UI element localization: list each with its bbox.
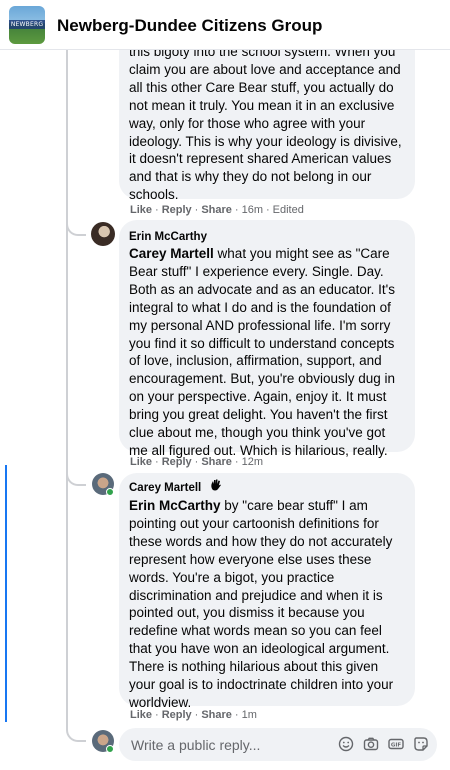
group-logo[interactable]: NEWBERG <box>9 6 45 44</box>
mention-link[interactable]: Carey Martell <box>129 246 214 261</box>
avatar[interactable] <box>91 222 115 246</box>
online-status-dot <box>106 745 114 753</box>
online-status-dot <box>106 488 114 496</box>
like-button[interactable]: Like <box>130 456 152 468</box>
comment-line: Carey Martell what you might see as "Car… <box>129 245 395 263</box>
comment-line: encouragement. But, you're obviously dug… <box>129 371 395 387</box>
comment-line: pointed out, you dismiss it because you <box>129 605 365 621</box>
comment-line: these words and how they do not accurate… <box>129 533 393 549</box>
comment-timestamp[interactable]: 1m <box>242 709 257 721</box>
comment-bubble: this bigoty into the school system. When… <box>119 32 415 202</box>
waving-hand-icon <box>209 478 223 492</box>
comment-timestamp[interactable]: 12m <box>242 456 263 468</box>
comment-line: ideology. This is why your ideology is d… <box>129 133 402 149</box>
share-button[interactable]: Share <box>201 456 232 468</box>
comment-line: Both as an advocate and as an educator. … <box>129 281 396 297</box>
comment-line: that you have won an ideological argumen… <box>129 641 390 657</box>
thread-line-curve <box>66 722 86 742</box>
comment-bubble: Carey Martell Erin McCarthy by "care bea… <box>119 473 415 710</box>
comment-line: it doesn't represent shared American val… <box>129 151 392 167</box>
reply-button[interactable]: Reply <box>162 204 192 216</box>
reply-button[interactable]: Reply <box>162 709 192 721</box>
comment-timestamp[interactable]: 16m <box>242 204 263 216</box>
comment-text: this bigoty into the school system. When… <box>129 43 402 204</box>
comment-line: you find it so difficult to understand c… <box>129 335 395 351</box>
like-button[interactable]: Like <box>130 709 152 721</box>
active-thread-indicator <box>5 465 7 722</box>
comment-line: discrimination and prejudice and when it… <box>129 587 383 603</box>
comment-line: on your perspective. Again, enjoy it. It… <box>129 389 387 405</box>
comment-line: not mean it truly. You mean it in an exc… <box>129 97 395 113</box>
thread-line-carey <box>66 472 86 486</box>
comment-line-rest: by "care bear stuff" I am <box>220 498 368 513</box>
comment-line: and that is why they do not belong in ou… <box>129 169 372 185</box>
comment-actions: Like · Reply · Share · 12m <box>130 456 263 468</box>
comment-line: bring you great delight. You haven't the… <box>129 407 388 423</box>
emoji-icon[interactable] <box>338 736 354 752</box>
comment-line: integral to what I do and is the foundat… <box>129 299 391 315</box>
comment-line: claim you are about love and acceptance … <box>129 61 401 77</box>
comment-line-rest: what you might see as "Care <box>213 246 390 261</box>
comment-text: Erin McCarthy by "care bear stuff" I am … <box>129 497 393 712</box>
comment-author[interactable]: Carey Martell <box>129 482 201 494</box>
group-title[interactable]: Newberg-Dundee Citizens Group <box>57 16 322 36</box>
comment-line: all this other Care Bear stuff, you actu… <box>129 79 394 95</box>
comment-line: represent how everyone else uses these <box>129 551 372 567</box>
comment-text: Carey Martell what you might see as "Car… <box>129 245 395 460</box>
svg-text:GIF: GIF <box>391 743 402 749</box>
like-button[interactable]: Like <box>130 204 152 216</box>
comment-line: Erin McCarthy by "care bear stuff" I am <box>129 497 393 515</box>
sticker-icon[interactable] <box>413 736 429 752</box>
comment-line: schools. <box>129 187 179 203</box>
gif-icon[interactable]: GIF <box>388 736 404 752</box>
reply-button[interactable]: Reply <box>162 456 192 468</box>
comment-line: your goal is to indoctrinate children in… <box>129 677 394 693</box>
comment-actions: Like · Reply · Share · 16m · Edited <box>130 204 304 216</box>
edited-label: Edited <box>272 204 304 216</box>
group-header: NEWBERG Newberg-Dundee Citizens Group <box>0 0 450 50</box>
comment-line: redefine what words mean so you can feel <box>129 623 382 639</box>
comment-line: of love, inclusion, affirmation, support… <box>129 353 382 369</box>
reply-input[interactable]: Write a public reply... GIF <box>119 728 437 761</box>
mention-link[interactable]: Erin McCarthy <box>129 498 221 513</box>
thread-line-main <box>66 50 68 722</box>
comment-line: way, only for those who agree with your <box>129 115 366 131</box>
comment-line: clue about me, though you think you've g… <box>129 425 386 441</box>
reply-placeholder[interactable]: Write a public reply... <box>131 737 260 753</box>
comment-line: There is nothing hilarious about this gi… <box>129 659 379 675</box>
comment-bubble: Erin McCarthy Carey Martell what you mig… <box>119 220 415 458</box>
comment-line: Bear stuff" I experience every. Single. … <box>129 263 384 279</box>
logo-text: NEWBERG <box>10 21 44 28</box>
share-button[interactable]: Share <box>201 709 232 721</box>
comment-line: pointing out your cartoonish definitions… <box>129 515 379 531</box>
camera-icon[interactable] <box>363 736 379 752</box>
comment-author[interactable]: Erin McCarthy <box>129 231 207 243</box>
comment-actions: Like · Reply · Share · 1m <box>130 709 257 721</box>
share-button[interactable]: Share <box>201 204 232 216</box>
comment-line: my personal AND professional life. I'm s… <box>129 317 391 333</box>
thread-line-erin <box>66 222 86 236</box>
comment-line: words. You're a bigot, you practice <box>129 569 335 585</box>
